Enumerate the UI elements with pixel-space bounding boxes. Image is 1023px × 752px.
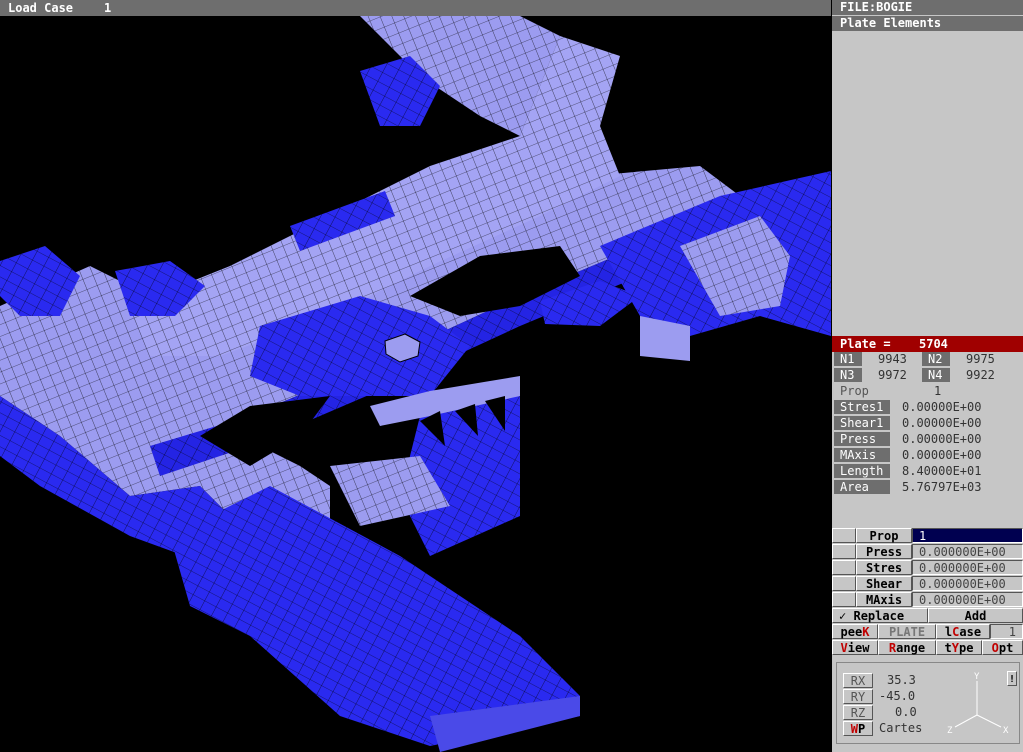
axis-y-label: Y — [974, 672, 980, 682]
check-icon: ✓ — [839, 609, 847, 623]
edit-stres-input[interactable]: 0.000000E+00 — [912, 560, 1023, 575]
axis-triad-icon: Y X Z — [947, 672, 1009, 736]
prop-check[interactable] — [832, 528, 856, 543]
stres-check[interactable] — [832, 560, 856, 575]
maxis-value: 0.00000E+00 — [902, 448, 982, 462]
node-n2-value: 9975 — [966, 352, 995, 366]
lcase-button[interactable]: lCase — [936, 624, 990, 639]
edit-stres-label[interactable]: Stres — [856, 560, 912, 575]
plate-header: Plate = 5704 — [832, 336, 1023, 352]
ry-value: -45.0 — [879, 689, 916, 703]
node-n1-value: 9943 — [878, 352, 907, 366]
maxis-check[interactable] — [832, 592, 856, 607]
prop-label: Prop — [834, 384, 894, 398]
edit-prop-label[interactable]: Prop — [856, 528, 912, 543]
node-n3-value: 9972 — [878, 368, 907, 382]
wp-button[interactable]: WP — [843, 721, 873, 736]
view-orientation-box: RX 35.3 RY -45.0 RZ 0.0 WP Cartes Y X Z … — [836, 662, 1020, 744]
edit-maxis-label[interactable]: MAxis — [856, 592, 912, 607]
plate-mode-button[interactable]: PLATE — [878, 624, 936, 639]
node-n4-label: N4 — [922, 368, 950, 382]
load-case-label: Load Case — [8, 1, 74, 15]
area-label: Area — [834, 480, 890, 494]
node-n3-label: N3 — [834, 368, 862, 382]
axis-x-label: X — [1003, 726, 1009, 736]
press-check[interactable] — [832, 544, 856, 559]
node-n2-label: N2 — [922, 352, 950, 366]
view-button[interactable]: View — [832, 640, 878, 655]
press-value: 0.00000E+00 — [902, 432, 982, 446]
replace-button[interactable]: ✓ Replace — [832, 608, 928, 623]
length-label: Length — [834, 464, 890, 478]
axis-z-label: Z — [947, 726, 953, 736]
coord-system: Cartes — [879, 721, 923, 735]
maxis-label: MAxis — [834, 448, 890, 462]
node-n1-label: N1 — [834, 352, 862, 366]
rx-button[interactable]: RX — [843, 673, 873, 688]
prop-value: 1 — [934, 384, 942, 398]
range-button[interactable]: Range — [878, 640, 936, 655]
lcase-value[interactable]: 1 — [990, 624, 1023, 639]
stres1-label: Stres1 — [834, 400, 890, 414]
edit-maxis-input[interactable]: 0.000000E+00 — [912, 592, 1023, 607]
plate-label: Plate = — [840, 337, 891, 351]
section-title: Plate Elements — [832, 16, 1023, 31]
properties-panel: FILE:BOGIE Plate Elements Plate = 5704 N… — [832, 0, 1023, 752]
edit-prop-input[interactable]: 1 — [912, 528, 1023, 543]
shear-check[interactable] — [832, 576, 856, 591]
rz-value: 0.0 — [895, 705, 917, 719]
rx-value: 35.3 — [887, 673, 916, 687]
stres1-value: 0.00000E+00 — [902, 400, 982, 414]
title-bar: Load Case 1 — [0, 0, 831, 17]
opt-button[interactable]: Opt — [982, 640, 1023, 655]
plate-id: 5704 — [919, 337, 948, 351]
bogie-mesh-render[interactable] — [0, 16, 831, 752]
edit-shear-label[interactable]: Shear — [856, 576, 912, 591]
marker-button[interactable]: ! — [1007, 671, 1017, 686]
load-case-value: 1 — [104, 1, 112, 15]
edit-shear-input[interactable]: 0.000000E+00 — [912, 576, 1023, 591]
add-button[interactable]: Add — [928, 608, 1023, 623]
ry-button[interactable]: RY — [843, 689, 873, 704]
shear1-value: 0.00000E+00 — [902, 416, 982, 430]
edit-press-label[interactable]: Press — [856, 544, 912, 559]
area-value: 5.76797E+03 — [902, 480, 982, 494]
peek-button[interactable]: peeK — [832, 624, 878, 639]
edit-press-input[interactable]: 0.000000E+00 — [912, 544, 1023, 559]
rz-button[interactable]: RZ — [843, 705, 873, 720]
type-button[interactable]: tYpe — [936, 640, 982, 655]
front-beam — [170, 486, 580, 752]
press-label: Press — [834, 432, 890, 446]
shear1-label: Shear1 — [834, 416, 890, 430]
file-title: FILE:BOGIE — [832, 0, 1023, 15]
model-viewport[interactable] — [0, 16, 831, 752]
length-value: 8.40000E+01 — [902, 464, 982, 478]
node-n4-value: 9922 — [966, 368, 995, 382]
